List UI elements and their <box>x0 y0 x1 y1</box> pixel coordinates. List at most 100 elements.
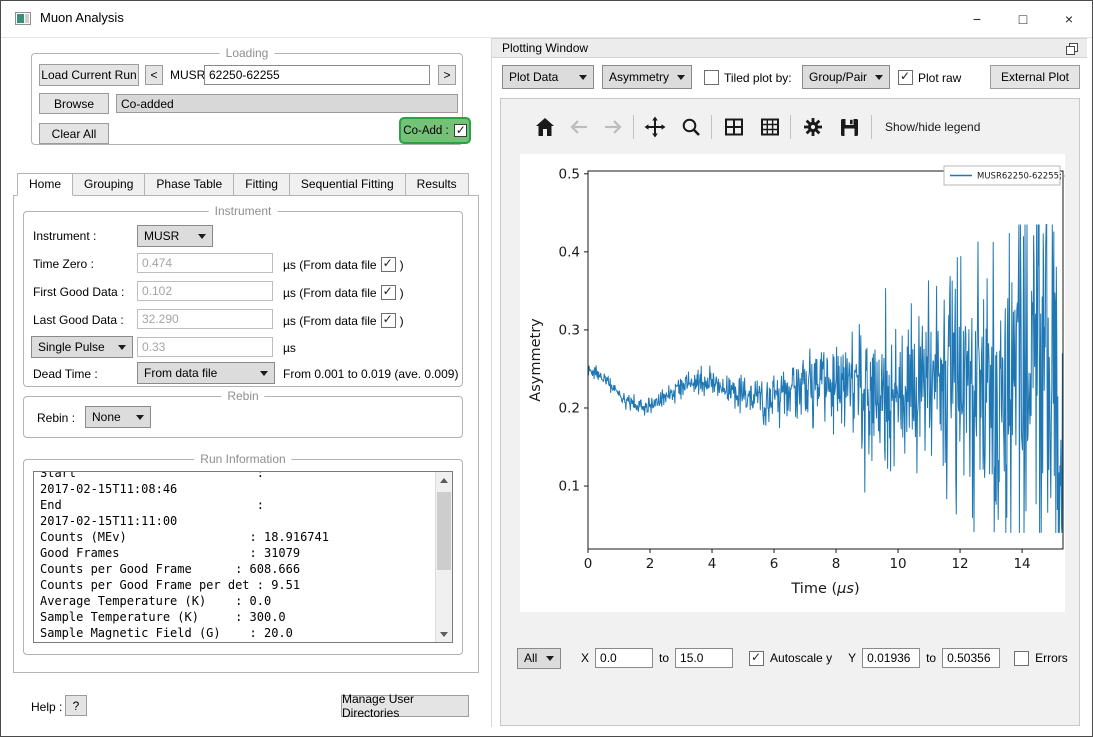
magnifier-icon <box>679 115 703 139</box>
browse-button[interactable]: Browse <box>39 93 109 114</box>
instrument-combo[interactable]: MUSR <box>137 225 213 247</box>
last-good-data-input[interactable] <box>137 309 273 329</box>
tiled-plot-checkbox[interactable] <box>704 70 719 85</box>
first-good-data-suffix: µs (From data file <box>283 286 377 300</box>
tab-sequential-fitting[interactable]: Sequential Fitting <box>289 173 406 196</box>
last-good-data-suffix: µs (From data file <box>283 314 377 328</box>
tab-fitting[interactable]: Fitting <box>233 173 290 196</box>
run-number-input[interactable] <box>204 65 430 85</box>
svg-text:2: 2 <box>646 556 655 572</box>
tab-grouping[interactable]: Grouping <box>72 173 145 196</box>
run-info-scrollbar[interactable] <box>435 472 452 642</box>
help-button[interactable]: ? <box>65 695 87 716</box>
scroll-down-icon[interactable] <box>436 626 452 642</box>
grid-2x2-icon <box>722 115 746 139</box>
first-good-from-file-checkbox[interactable] <box>381 285 396 300</box>
zoom-tool-button[interactable] <box>677 113 705 141</box>
x-from-input[interactable] <box>595 648 653 668</box>
chevron-down-icon <box>546 656 554 661</box>
plot-type-combo[interactable]: Asymmetry <box>602 65 692 89</box>
chevron-down-icon <box>118 345 126 350</box>
svg-text:Asymmetry: Asymmetry <box>528 318 544 402</box>
chevron-down-icon <box>136 415 144 420</box>
x-to-input[interactable] <box>675 648 733 668</box>
external-plot-button[interactable]: External Plot <box>990 65 1080 89</box>
tiled-plot-label: Tiled plot by: <box>724 71 792 85</box>
back-tool-button[interactable] <box>565 113 593 141</box>
figure-options-tool-button[interactable] <box>799 113 827 141</box>
scroll-up-icon[interactable] <box>436 472 452 488</box>
svg-text:0.2: 0.2 <box>559 400 580 416</box>
pulse-value-input[interactable] <box>137 337 273 357</box>
axes-settings-tool-button[interactable] <box>756 113 784 141</box>
first-good-data-input[interactable] <box>137 281 273 301</box>
next-run-button[interactable]: > <box>438 65 456 85</box>
plot-panel: Show/hide legend 024681012140.10.20.30.4… <box>500 98 1080 726</box>
save-tool-button[interactable] <box>835 113 863 141</box>
instrument-label: Instrument : <box>33 229 96 243</box>
maximize-button[interactable]: □ <box>1000 1 1046 37</box>
pan-tool-button[interactable] <box>641 113 669 141</box>
window-title: Muon Analysis <box>40 10 124 25</box>
plot-raw-checkbox[interactable] <box>898 70 913 85</box>
plotting-dock: Plotting Window Plot Data Asymmetry Tile… <box>491 38 1087 727</box>
run-info-textarea[interactable]: Start : 2017-02-15T11:08:46 End : 2017-0… <box>33 471 453 643</box>
close-button[interactable]: × <box>1046 1 1092 37</box>
pulse-mode-combo[interactable]: Single Pulse <box>31 336 133 358</box>
last-good-from-file-checkbox[interactable] <box>381 313 396 328</box>
coadd-checkbox[interactable] <box>454 124 467 137</box>
svg-text:0.3: 0.3 <box>559 322 580 338</box>
svg-text:6: 6 <box>770 556 779 572</box>
chevron-down-icon <box>198 234 206 239</box>
autoscale-y-checkbox[interactable] <box>749 651 764 666</box>
forward-arrow-icon <box>601 115 625 139</box>
plot-range-row: All X to Autoscale y Y to Errors <box>501 645 1079 671</box>
svg-text:MUSR62250-62255;long: MUSR62250-62255;long <box>977 172 1065 182</box>
plot-raw-label: Plot raw <box>918 71 961 85</box>
y-to-input[interactable] <box>942 648 1000 668</box>
time-zero-from-file-checkbox[interactable] <box>381 257 396 272</box>
dock-titlebar: Plotting Window <box>492 38 1087 58</box>
previous-run-button[interactable]: < <box>145 65 163 85</box>
dead-time-combo[interactable]: From data file <box>137 362 275 384</box>
time-zero-suffix: µs (From data file <box>283 258 377 272</box>
svg-text:0: 0 <box>584 556 593 572</box>
chevron-down-icon <box>579 75 587 80</box>
tab-results[interactable]: Results <box>405 173 469 196</box>
dead-time-label: Dead Time : <box>33 367 98 381</box>
subplots-tool-button[interactable] <box>720 113 748 141</box>
coadd-label: Co-Add : <box>403 125 448 137</box>
plot-data-combo[interactable]: Plot Data <box>502 65 594 89</box>
dock-float-button[interactable] <box>1065 42 1079 56</box>
range-scope-combo[interactable]: All <box>517 648 561 669</box>
float-window-icon <box>1065 42 1079 56</box>
show-hide-legend-button[interactable]: Show/hide legend <box>885 120 980 134</box>
errors-checkbox[interactable] <box>1014 651 1029 666</box>
muon-analysis-window: Muon Analysis − □ × Loading Load Current… <box>0 0 1093 737</box>
instrument-prefix-label: MUSR <box>170 68 205 82</box>
asymmetry-plot[interactable]: 024681012140.10.20.30.40.5Time (μs)Asymm… <box>520 154 1065 612</box>
rebin-combo[interactable]: None <box>85 406 151 428</box>
minimize-button[interactable]: − <box>954 1 1000 37</box>
tab-phase-table[interactable]: Phase Table <box>144 173 234 196</box>
scrollbar-thumb[interactable] <box>437 492 451 570</box>
run-info-text: Start : 2017-02-15T11:08:46 End : 2017-0… <box>34 471 452 641</box>
time-zero-input[interactable] <box>137 253 273 273</box>
group-pair-combo[interactable]: Group/Pair <box>802 65 890 89</box>
dead-time-info: From 0.001 to 0.019 (ave. 0.009) <box>283 367 458 381</box>
load-current-run-button[interactable]: Load Current Run <box>39 64 139 86</box>
titlebar: Muon Analysis − □ × <box>1 1 1092 38</box>
clear-all-button[interactable]: Clear All <box>39 123 109 144</box>
chevron-down-icon <box>875 75 883 80</box>
y-from-input[interactable] <box>862 648 920 668</box>
forward-tool-button[interactable] <box>599 113 627 141</box>
svg-text:12: 12 <box>951 556 968 572</box>
tab-home[interactable]: Home <box>17 173 73 196</box>
grid-3x3-icon <box>758 115 782 139</box>
manage-user-directories-button[interactable]: Manage User Directories <box>341 695 469 717</box>
home-tool-button[interactable] <box>531 113 559 141</box>
svg-text:14: 14 <box>1013 556 1030 572</box>
gear-icon <box>801 115 825 139</box>
home-icon <box>533 115 557 139</box>
errors-label: Errors <box>1035 651 1068 665</box>
